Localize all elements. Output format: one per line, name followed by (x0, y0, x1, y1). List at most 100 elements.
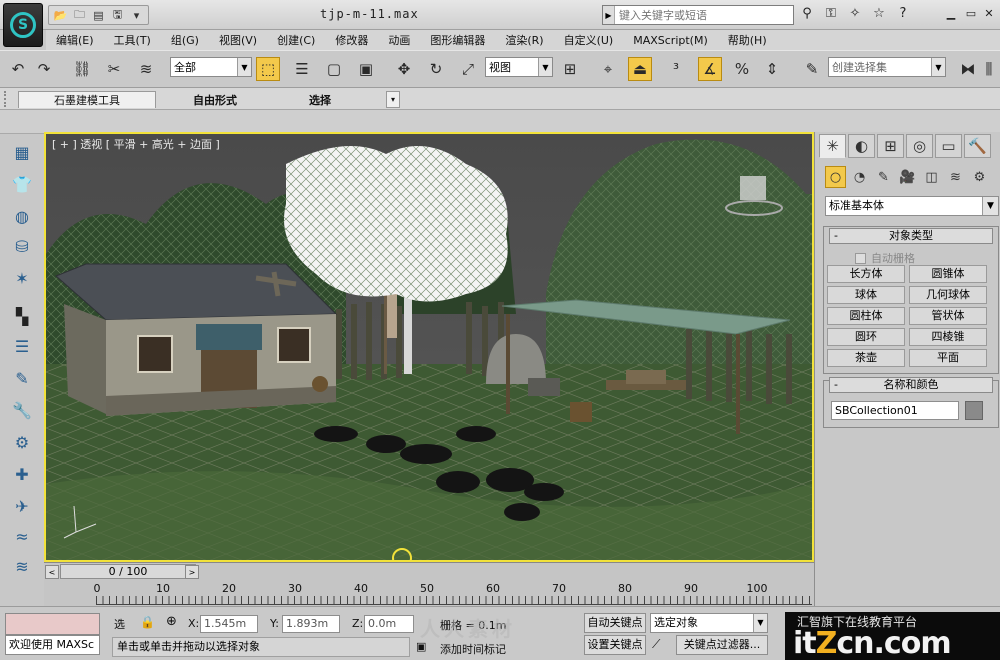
favorites-icon[interactable]: ☆ (870, 6, 888, 21)
bird-tool-icon[interactable]: ✈ (8, 494, 36, 518)
manipulate-icon[interactable]: ⌖ (596, 57, 620, 81)
communication-icon[interactable]: ✧ (846, 6, 864, 21)
move-icon[interactable]: ✥ (392, 57, 416, 81)
cameras-icon[interactable]: 🎥 (897, 166, 918, 188)
teapot-button[interactable]: 茶壶 (827, 349, 905, 367)
key-mode-dropdown[interactable]: 选定对象 ▼ (650, 613, 768, 633)
object-type-rollout-header[interactable]: - 对象类型 (829, 228, 993, 244)
binoculars-icon[interactable]: ⚲ (798, 6, 816, 21)
geosphere-button[interactable]: 几何球体 (909, 286, 987, 304)
snaps-toggle-icon[interactable]: ³ (664, 57, 688, 81)
absolute-mode-icon[interactable]: ⊕ (166, 614, 177, 629)
key-curve-icon[interactable]: ⟋ (652, 637, 660, 652)
search-expand-icon[interactable]: ▶ (603, 6, 615, 24)
viewport-shading-label[interactable]: [ 平滑 + 高光 + 边面 ] (106, 138, 220, 151)
create-tab-icon[interactable]: ✳ (819, 134, 846, 158)
close-button[interactable]: ✕ (980, 6, 998, 22)
wrench-tool-icon[interactable]: 🔧 (8, 398, 36, 422)
helpers-icon[interactable]: ◫ (921, 166, 942, 188)
menu-tools[interactable]: 工具(T) (104, 32, 161, 48)
motion-tab-icon[interactable]: ◎ (906, 134, 933, 158)
cone-button[interactable]: 圆锥体 (909, 265, 987, 283)
object-name-field[interactable]: SBCollection01 (831, 401, 959, 420)
named-selection-sets-dropdown[interactable]: 创建选择集 ▼ (828, 57, 946, 77)
subscription-icon[interactable]: ⚿ (822, 6, 840, 21)
reference-coordinate-dropdown[interactable]: 视图 ▼ (485, 57, 553, 77)
menu-graph-editors[interactable]: 图形编辑器 (420, 32, 495, 48)
utilities-tab-icon[interactable]: 🔨 (964, 134, 991, 158)
time-prev-button[interactable]: < (45, 565, 59, 579)
brush-tool-icon[interactable]: ✎ (8, 366, 36, 390)
sphere-tool-icon[interactable]: ◍ (8, 204, 36, 228)
lights-icon[interactable]: ✎ (873, 166, 894, 188)
cylinder-button[interactable]: 圆柱体 (827, 307, 905, 325)
link-icon[interactable]: ⛓ (70, 57, 94, 81)
quick-access-dropdown-icon[interactable]: ▾ (128, 7, 145, 23)
torus-button[interactable]: 圆环 (827, 328, 905, 346)
selection-filter-dropdown[interactable]: 全部 ▼ (170, 57, 252, 77)
open-file-icon[interactable]: 📂 (52, 7, 69, 23)
key-filters-button[interactable]: 关键点过滤器... (676, 635, 768, 655)
create-box-icon[interactable]: ▦ (8, 140, 36, 164)
wave-tool-icon[interactable]: ≈ (8, 524, 36, 548)
menu-create[interactable]: 创建(C) (267, 32, 325, 48)
infocenter-search[interactable]: ▶ (602, 5, 794, 25)
search-input[interactable] (615, 7, 791, 23)
display-tab-icon[interactable]: ▭ (935, 134, 962, 158)
auto-key-button[interactable]: 自动关键点 (584, 613, 646, 633)
set-key-button[interactable]: 设置关键点 (584, 635, 646, 655)
name-color-rollout-header[interactable]: - 名称和颜色 (829, 377, 993, 393)
restore-button[interactable]: ▭ (962, 6, 980, 22)
selection-lock-icon[interactable]: 🔒 (140, 615, 155, 629)
viewport-pov-label[interactable]: 透视 (80, 138, 102, 151)
pivot-center-icon[interactable]: ⊞ (558, 57, 582, 81)
minimize-button[interactable]: ▁ (942, 6, 960, 22)
character-tool-icon[interactable]: ✶ (8, 266, 36, 290)
y-coordinate-field[interactable]: 1.893m (282, 615, 340, 633)
modify-tab-icon[interactable]: ◐ (848, 134, 875, 158)
pin-tool-icon[interactable]: ✚ (8, 462, 36, 486)
maxscript-welcome-field[interactable]: 欢迎使用 MAXSc (5, 635, 100, 655)
redo-icon[interactable]: ↷ (32, 57, 56, 81)
window-crossing-icon[interactable]: ▣ (354, 57, 378, 81)
menu-help[interactable]: 帮助(H) (718, 32, 777, 48)
auto-grid-checkbox[interactable]: 自动栅格 (855, 250, 915, 266)
percent-snap-icon[interactable]: % (730, 57, 754, 81)
menu-edit[interactable]: 编辑(E) (46, 32, 104, 48)
track-bar[interactable]: 0 10 20 30 40 50 60 70 80 90 100 (44, 580, 814, 606)
open-project-icon[interactable]: 🗀 (71, 7, 88, 23)
object-color-swatch[interactable] (965, 401, 983, 420)
select-object-icon[interactable]: ⬚ (256, 57, 280, 81)
pyramid-button[interactable]: 四棱锥 (909, 328, 987, 346)
unlink-icon[interactable]: ✂ (102, 57, 126, 81)
menu-maxscript[interactable]: MAXScript(M) (623, 34, 718, 47)
shapes-icon[interactable]: ◔ (849, 166, 870, 188)
keyboard-shortcut-override-icon[interactable]: ⏏ (628, 57, 652, 81)
angle-snap-icon[interactable]: ∡ (698, 57, 722, 81)
bind-space-warp-icon[interactable]: ≋ (134, 57, 158, 81)
checker-material-icon[interactable]: ▚ (8, 304, 36, 328)
tube-button[interactable]: 管状体 (909, 307, 987, 325)
application-button[interactable]: S (3, 3, 43, 47)
ribbon-grip[interactable] (4, 91, 10, 107)
box-button[interactable]: 长方体 (827, 265, 905, 283)
gear-icon[interactable]: ⚙ (8, 430, 36, 454)
rectangular-selection-icon[interactable]: ▢ (322, 57, 346, 81)
stack-tool-icon[interactable]: ☰ (8, 334, 36, 358)
geometry-icon[interactable]: ○ (825, 166, 846, 188)
tab-selection[interactable]: 选择 (290, 91, 350, 108)
menu-group[interactable]: 组(G) (161, 32, 209, 48)
shirt-object-icon[interactable]: 👕 (8, 172, 36, 196)
scale-icon[interactable]: ⤢ (456, 57, 480, 81)
select-by-name-icon[interactable]: ☰ (290, 57, 314, 81)
sphere-button[interactable]: 球体 (827, 286, 905, 304)
time-slider-thumb[interactable]: 0 / 100 (60, 564, 196, 579)
menu-animation[interactable]: 动画 (378, 32, 420, 48)
systems-icon[interactable]: ⚙ (969, 166, 990, 188)
plane-button[interactable]: 平面 (909, 349, 987, 367)
add-time-tag-label[interactable]: 添加时间标记 (440, 641, 506, 657)
perspective-viewport[interactable]: [ + ] 透视 [ 平滑 + 高光 + 边面 ] (44, 132, 814, 562)
light-tool-icon[interactable]: ⛁ (8, 234, 36, 258)
hierarchy-tab-icon[interactable]: ⊞ (877, 134, 904, 158)
edit-named-selection-icon[interactable]: ✎ (800, 57, 824, 81)
